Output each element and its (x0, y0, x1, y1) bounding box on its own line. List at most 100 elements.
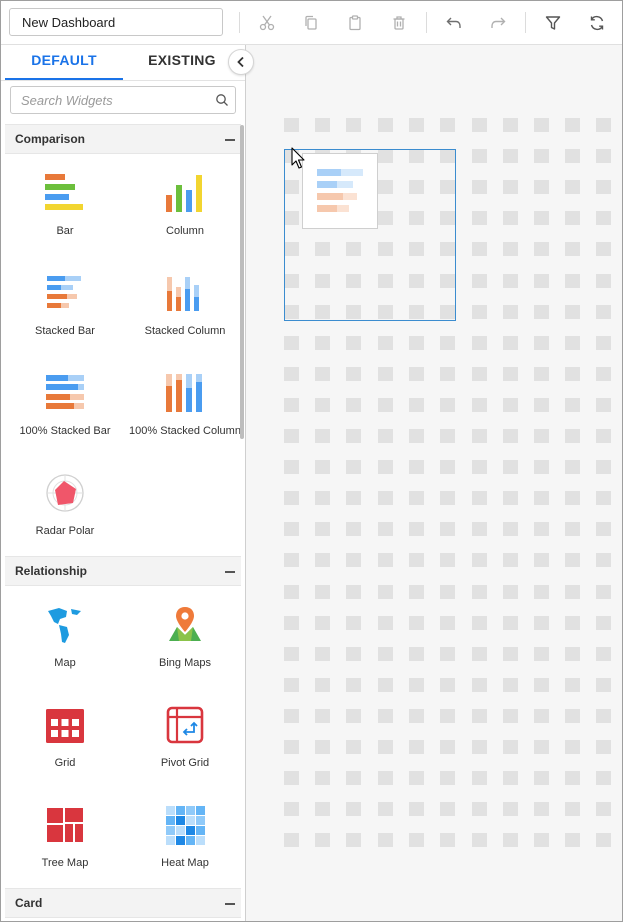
widget-stacked-bar[interactable]: Stacked Bar (9, 273, 121, 338)
widget-stacked-column[interactable]: Stacked Column (129, 273, 241, 338)
refresh-icon[interactable] (585, 11, 609, 35)
canvas-grid-cell (315, 616, 330, 630)
widget-100-stacked-column[interactable]: 100% Stacked Column (129, 373, 241, 438)
canvas-grid-cell (472, 522, 487, 536)
canvas-grid-cell (440, 429, 455, 443)
canvas-grid-cell (503, 211, 518, 225)
dashboard-title-input[interactable] (9, 8, 223, 36)
canvas-grid-cell (284, 616, 299, 630)
widget-bing-maps[interactable]: Bing Maps (129, 605, 241, 670)
canvas-grid-cell (440, 367, 455, 381)
dashboard-canvas[interactable] (246, 45, 622, 921)
toolbar-separator (525, 12, 526, 33)
canvas-grid-cell (472, 398, 487, 412)
canvas-grid-cell (315, 491, 330, 505)
tab-existing[interactable]: EXISTING (123, 45, 241, 80)
canvas-grid-cell (472, 709, 487, 723)
canvas-grid-cell (409, 118, 424, 132)
canvas-grid-cell (472, 616, 487, 630)
widget-tree-map[interactable]: Tree Map (9, 805, 121, 870)
widget-label: 100% Stacked Column (129, 425, 241, 437)
widget-label: 100% Stacked Bar (19, 425, 111, 437)
search-box (10, 86, 236, 114)
canvas-grid-cell (596, 149, 611, 163)
heat-map-cell (176, 806, 185, 815)
canvas-grid-cell (472, 491, 487, 505)
widget-radar-polar[interactable]: Radar Polar (9, 473, 121, 538)
canvas-grid-cell (284, 740, 299, 754)
section-comparison[interactable]: Comparison (5, 124, 241, 154)
section-title: Relationship (15, 564, 88, 578)
canvas-grid-cell (565, 491, 580, 505)
canvas-grid-cell (440, 118, 455, 132)
tab-default[interactable]: DEFAULT (5, 45, 123, 80)
heat-map-cell (166, 826, 175, 835)
section-relationship[interactable]: Relationship (5, 556, 241, 586)
canvas-grid-cell (284, 771, 299, 785)
widget-grid[interactable]: Grid (9, 705, 121, 770)
canvas-grid-cell (284, 553, 299, 567)
delete-icon[interactable] (387, 11, 411, 35)
canvas-grid-cell (284, 585, 299, 599)
section-card[interactable]: Card (5, 888, 241, 918)
widget-column[interactable]: Column (129, 173, 241, 238)
percent-stacked-column-icon (165, 373, 205, 413)
canvas-grid-cell (315, 771, 330, 785)
canvas-grid-cell (315, 429, 330, 443)
canvas-grid-cell (409, 398, 424, 412)
canvas-grid-cell (503, 647, 518, 661)
widget-label: Stacked Column (144, 325, 226, 337)
filter-icon[interactable] (541, 11, 565, 35)
collapse-icon[interactable] (225, 571, 235, 573)
canvas-grid-cell (409, 585, 424, 599)
heat-map-cell (196, 836, 205, 845)
canvas-grid-cell (284, 522, 299, 536)
canvas-grid-cell (534, 802, 549, 816)
canvas-grid-cell (472, 429, 487, 443)
collapse-panel-button[interactable] (228, 49, 254, 75)
canvas-grid-cell (534, 740, 549, 754)
canvas-grid-cell (472, 118, 487, 132)
collapse-icon[interactable] (225, 139, 235, 141)
canvas-grid-cell (346, 585, 361, 599)
undo-icon[interactable] (442, 11, 466, 35)
panel-scrollbar[interactable] (240, 125, 244, 439)
canvas-grid-cell (378, 460, 393, 474)
canvas-grid-cell (378, 678, 393, 692)
drag-preview-stacked-bar (302, 153, 378, 229)
canvas-grid-cell (284, 398, 299, 412)
canvas-grid-cell (378, 522, 393, 536)
widget-label: Stacked Bar (35, 325, 95, 337)
search-input[interactable] (11, 87, 217, 113)
canvas-grid-cell (472, 180, 487, 194)
canvas-grid-cell (440, 585, 455, 599)
canvas-grid-cell (346, 118, 361, 132)
canvas-grid-cell (534, 553, 549, 567)
search-icon[interactable] (215, 93, 229, 112)
canvas-grid-cell (534, 180, 549, 194)
widget-pivot-grid[interactable]: Pivot Grid (129, 705, 241, 770)
paste-icon[interactable] (343, 11, 367, 35)
widget-heat-map[interactable]: Heat Map (129, 805, 241, 870)
canvas-grid-cell (315, 740, 330, 754)
canvas-grid-cell (472, 211, 487, 225)
mouse-cursor-icon (291, 147, 305, 169)
copy-icon[interactable] (299, 11, 323, 35)
canvas-grid-cell (596, 211, 611, 225)
canvas-grid-cell (378, 647, 393, 661)
tree-map-icon (45, 805, 85, 845)
widget-label: Bing Maps (159, 657, 211, 669)
canvas-grid-cell (565, 118, 580, 132)
canvas-grid-cell (565, 460, 580, 474)
cut-icon[interactable] (255, 11, 279, 35)
widget-bar[interactable]: Bar (9, 173, 121, 238)
toolbar-separator (426, 12, 427, 33)
canvas-grid-cell (596, 398, 611, 412)
canvas-grid-cell (472, 647, 487, 661)
widget-100-stacked-bar[interactable]: 100% Stacked Bar (9, 373, 121, 438)
canvas-grid-cell (378, 802, 393, 816)
redo-icon[interactable] (486, 11, 510, 35)
widget-map[interactable]: Map (9, 605, 121, 670)
collapse-icon[interactable] (225, 903, 235, 905)
canvas-grid-cell (284, 833, 299, 847)
